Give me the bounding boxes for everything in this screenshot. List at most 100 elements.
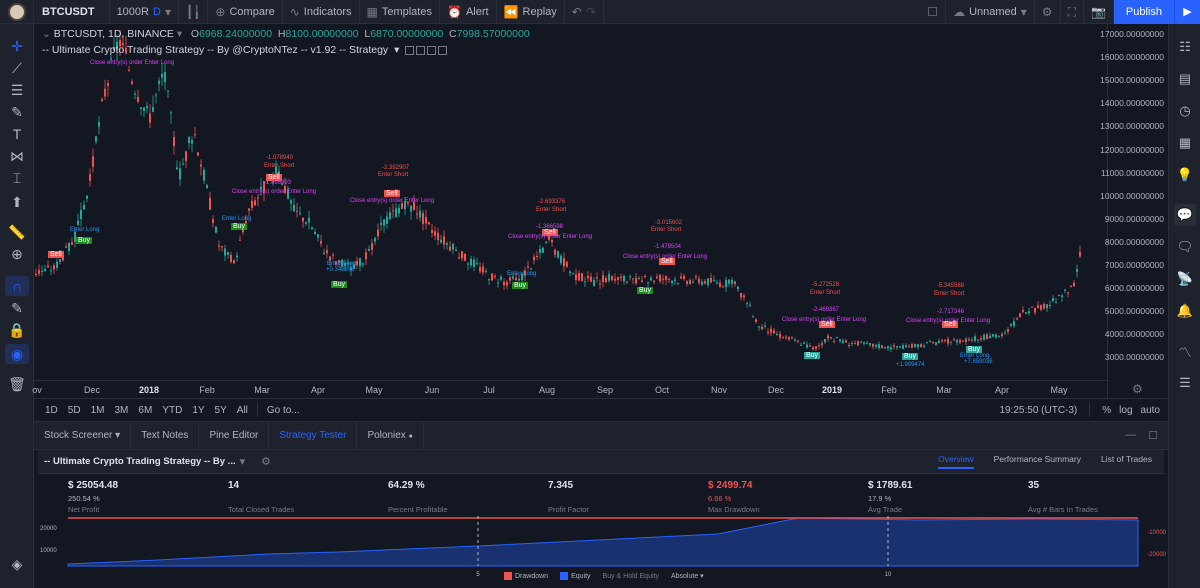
- collapse-icon[interactable]: ⌄: [42, 28, 51, 40]
- mode-selector[interactable]: Absolute ▾: [671, 572, 704, 580]
- range-button[interactable]: 5Y: [210, 405, 232, 416]
- range-button[interactable]: YTD: [157, 405, 187, 416]
- range-button[interactable]: 1M: [86, 405, 110, 416]
- watchlist-icon[interactable]: ☷: [1174, 36, 1196, 58]
- eye-icon[interactable]: ◉: [5, 344, 29, 364]
- percent-toggle[interactable]: %: [1102, 405, 1111, 416]
- publish-button[interactable]: Publish: [1113, 0, 1174, 24]
- news-icon[interactable]: ▤: [1174, 68, 1196, 90]
- templates-button[interactable]: ▦ Templates: [360, 0, 440, 24]
- snapshot-button[interactable]: 📷: [1084, 0, 1114, 24]
- source-icon[interactable]: [427, 45, 437, 55]
- user-avatar[interactable]: [0, 0, 34, 24]
- settings-button[interactable]: ⚙: [1035, 0, 1061, 24]
- eye-icon[interactable]: [405, 45, 415, 55]
- metric: $ 25054.48 250.54 % Net Profit: [68, 480, 118, 514]
- symbol-search[interactable]: BTCUSDT: [34, 0, 110, 24]
- chevron-down-icon[interactable]: ▾: [394, 44, 399, 56]
- lock-icon[interactable]: 🔒: [5, 320, 29, 340]
- auto-toggle[interactable]: auto: [1141, 405, 1160, 416]
- subtab-performance-summary[interactable]: Performance Summary: [994, 454, 1081, 469]
- range-button[interactable]: 3M: [110, 405, 134, 416]
- legend-buy-hold[interactable]: Buy & Hold Equity: [603, 573, 659, 580]
- tab-pine-editor[interactable]: Pine Editor: [199, 421, 270, 450]
- legend-equity[interactable]: Equity: [560, 572, 591, 580]
- strategy-legend-buttons[interactable]: [405, 44, 449, 56]
- minimize-icon[interactable]: —: [1125, 429, 1136, 442]
- clock-icon[interactable]: ◷: [1174, 100, 1196, 122]
- layers-icon[interactable]: ◈: [5, 554, 29, 574]
- chevron-down-icon[interactable]: ▾: [240, 455, 246, 468]
- interval-selector[interactable]: 1000R D ▾: [110, 0, 179, 24]
- chevron-down-icon[interactable]: ▾: [177, 28, 182, 40]
- bell-icon[interactable]: 🔔: [1174, 300, 1196, 322]
- gear-icon[interactable]: ⚙: [1132, 382, 1143, 396]
- layout-save-button[interactable]: ☁ Unnamed ▾: [946, 0, 1035, 24]
- chat-icon[interactable]: 💬: [1174, 204, 1196, 226]
- range-button[interactable]: 5D: [63, 405, 86, 416]
- range-button[interactable]: 6M: [133, 405, 157, 416]
- tab-strategy-tester[interactable]: Strategy Tester: [269, 421, 358, 450]
- pattern-icon[interactable]: ⋈: [5, 146, 29, 166]
- strategy-selector[interactable]: -- Ultimate Crypto Trading Strategy -- B…: [38, 456, 236, 467]
- fullscreen-toggle[interactable]: ☐: [920, 0, 947, 24]
- range-button[interactable]: 1D: [40, 405, 63, 416]
- undo-redo[interactable]: ↶ ↷: [565, 0, 604, 24]
- clock-display[interactable]: 19:25:50 (UTC-3): [999, 405, 1077, 416]
- price-axis[interactable]: 17000.00000000 16000.00000000 15000.000000…: [1100, 24, 1168, 398]
- legend-drawdown[interactable]: Drawdown: [504, 572, 548, 580]
- go-to-button[interactable]: Go to...: [262, 405, 305, 416]
- indicators-button[interactable]: ∿ Indicators: [283, 0, 360, 24]
- subtab-overview[interactable]: Overview: [938, 454, 974, 469]
- fullscreen-button[interactable]: ⛶: [1061, 0, 1084, 24]
- signal-label: Buy: [512, 282, 529, 289]
- messages-icon[interactable]: 🗨: [1174, 236, 1196, 258]
- time-tick: May: [365, 385, 383, 395]
- price-chart[interactable]: ⌄ BTCUSDT, 1D, BINANCE ▾ O6968.24000000 …: [32, 24, 1168, 398]
- text-icon[interactable]: T: [5, 124, 29, 144]
- play-icon[interactable]: ▶: [1174, 0, 1200, 24]
- log-toggle[interactable]: log: [1119, 405, 1132, 416]
- range-button[interactable]: All: [232, 405, 253, 416]
- alert-button[interactable]: ⏰ Alert: [440, 0, 497, 24]
- maximize-icon[interactable]: ☐: [1148, 429, 1158, 442]
- calendar-icon[interactable]: ▦: [1174, 132, 1196, 154]
- signal-label: Enter Long: [70, 227, 100, 233]
- trash-icon[interactable]: 🗑: [5, 374, 29, 394]
- compare-button[interactable]: ⊕ Compare: [208, 0, 283, 24]
- arrow-up-icon[interactable]: ⬆: [5, 192, 29, 212]
- idea-icon[interactable]: 💡: [1174, 164, 1196, 186]
- zoom-icon[interactable]: ⊕: [5, 244, 29, 264]
- undo-icon[interactable]: ↶: [572, 0, 582, 24]
- close-icon[interactable]: [438, 45, 448, 55]
- subtab-list-of-trades[interactable]: List of Trades: [1101, 454, 1152, 469]
- gear-icon[interactable]: [416, 45, 426, 55]
- fib-icon[interactable]: ☰: [5, 80, 29, 100]
- tab-stock-screener[interactable]: Stock Screener ▾: [34, 421, 132, 450]
- tab-text-notes[interactable]: Text Notes: [131, 421, 200, 450]
- legend-close: 7998.57000000: [456, 28, 530, 40]
- crosshair-icon[interactable]: ✛: [5, 36, 29, 56]
- chart-type-button[interactable]: ┃╽: [179, 0, 209, 24]
- ruler-icon[interactable]: 📏: [5, 222, 29, 242]
- signal-label: Buy: [804, 352, 821, 359]
- range-button[interactable]: 1Y: [187, 405, 209, 416]
- time-axis[interactable]: ov Dec 2018 Feb Mar Apr May Jun Jul Aug Sep Oct Nov D…: [32, 380, 1107, 398]
- equity-axis-label: 10000: [40, 548, 57, 554]
- tab-label: Poloniex: [367, 429, 406, 441]
- trend-line-icon[interactable]: ⟋: [5, 58, 29, 78]
- lock-drawings-icon[interactable]: ✎: [5, 298, 29, 318]
- magnet-icon[interactable]: ∩: [5, 276, 29, 296]
- tab-poloniex[interactable]: Poloniex ●: [357, 421, 424, 450]
- redo-icon[interactable]: ↷: [586, 0, 596, 24]
- time-tick: May: [1050, 385, 1068, 395]
- prediction-icon[interactable]: ⌶: [5, 168, 29, 188]
- chart-line-icon[interactable]: 〽: [1174, 340, 1196, 362]
- replay-button[interactable]: ⏪ Replay: [497, 0, 565, 24]
- metrics-row: $ 25054.48 250.54 % Net Profit 14 Total Clo…: [38, 474, 1164, 514]
- brush-icon[interactable]: ✎: [5, 102, 29, 122]
- list-icon[interactable]: ☰: [1174, 372, 1196, 394]
- broadcast-icon[interactable]: 📡: [1174, 268, 1196, 290]
- gear-icon[interactable]: ⚙: [261, 455, 271, 468]
- metric-percent: [548, 494, 589, 503]
